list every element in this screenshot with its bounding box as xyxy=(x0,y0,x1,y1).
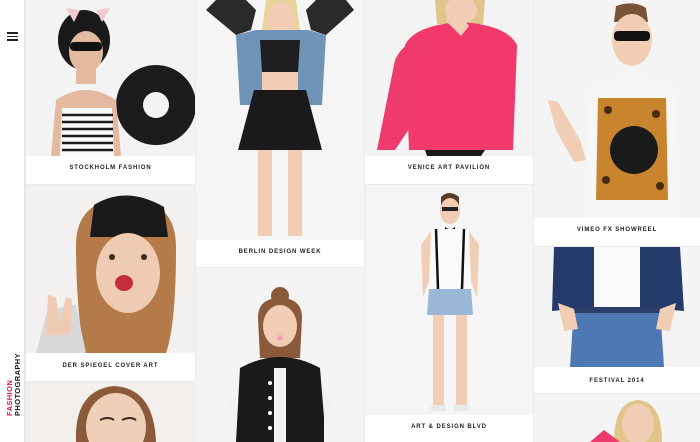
card-image xyxy=(534,0,700,218)
card-image xyxy=(196,268,364,442)
sidebar: FASHION PHOTOGRAPHY xyxy=(0,0,25,442)
card-image xyxy=(365,0,533,156)
brand-logo[interactable]: FASHION PHOTOGRAPHY xyxy=(3,353,23,418)
hamburger-icon[interactable] xyxy=(7,32,18,41)
card-berlin[interactable]: BERLIN DESIGN WEEK xyxy=(196,0,364,267)
card-caption: DER SPIEGEL COVER ART xyxy=(62,363,159,369)
card-caption: FESTIVAL 2014 xyxy=(589,378,645,384)
card-image xyxy=(196,0,364,240)
card-caption: STOCKHOLM FASHION xyxy=(69,165,152,171)
brand-line-2: PHOTOGRAPHY xyxy=(13,352,22,416)
card-artdesign[interactable]: ART & DESIGN BLVD xyxy=(365,185,533,442)
card-stockholm[interactable]: STOCKHOLM FASHION xyxy=(26,0,195,184)
card-image xyxy=(365,185,533,415)
card-venice[interactable]: VENICE ART PAVILION xyxy=(365,0,533,184)
card-image xyxy=(534,247,700,367)
card-vimeo[interactable]: VIMEO FX SHOWREEL xyxy=(534,0,700,246)
card-caption: VIMEO FX SHOWREEL xyxy=(576,227,658,233)
card-festival[interactable]: FESTIVAL 2014 xyxy=(534,247,700,393)
card-spiegel[interactable]: DER SPIEGEL COVER ART xyxy=(26,185,195,381)
card-image xyxy=(26,382,195,442)
card-image xyxy=(26,0,195,156)
card-caption: VENICE ART PAVILION xyxy=(407,165,491,171)
card-image xyxy=(26,185,195,353)
card-caption: BERLIN DESIGN WEEK xyxy=(238,249,322,255)
card-caption: ART & DESIGN BLVD xyxy=(411,424,487,430)
card-image xyxy=(534,394,700,442)
card-portrait-partial[interactable] xyxy=(26,382,195,442)
portfolio-grid: STOCKHOLM FASHION DER SPIEGEL COVER ART xyxy=(26,0,700,442)
card-pink-partial[interactable] xyxy=(534,394,700,442)
card-varsity[interactable] xyxy=(196,268,364,442)
